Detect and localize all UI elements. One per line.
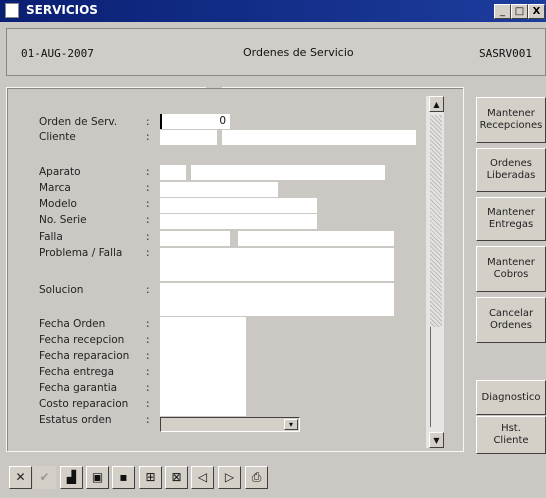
- form-code: SASRV001: [479, 47, 532, 60]
- falla-desc-input[interactable]: [238, 231, 394, 246]
- colon: :: [146, 398, 150, 410]
- colon: :: [146, 214, 150, 226]
- fecha-orden-label: Fecha Orden: [39, 318, 106, 330]
- next-record-icon[interactable]: ▷: [218, 466, 241, 489]
- mantener-entregas-button[interactable]: Mantener Entregas: [476, 197, 546, 241]
- fecha-entrega-label: Fecha entrega: [39, 366, 115, 378]
- exit-icon[interactable]: ▪: [112, 466, 135, 489]
- cliente-code-input[interactable]: [160, 130, 217, 145]
- cliente-label: Cliente: [39, 131, 76, 143]
- fecha-reparacion-label: Fecha reparacion: [39, 350, 130, 362]
- solucion-label: Solucion: [39, 284, 84, 296]
- colon: :: [146, 182, 150, 194]
- colon: :: [146, 382, 150, 394]
- maximize-button[interactable]: □: [511, 4, 528, 19]
- aparato-name-input[interactable]: [191, 165, 385, 180]
- colon: :: [146, 334, 150, 346]
- chevron-down-icon[interactable]: ▾: [284, 419, 298, 430]
- header-panel: 01-AUG-2007 Ordenes de Servicio SASRV001: [6, 28, 546, 76]
- accept-icon[interactable]: ✔: [33, 466, 56, 489]
- diagnostico-button[interactable]: Diagnostico: [476, 380, 546, 415]
- solucion-input[interactable]: [160, 283, 394, 316]
- fechas-input-block[interactable]: [160, 317, 246, 416]
- colon: :: [146, 131, 150, 143]
- minimize-button[interactable]: _: [494, 4, 511, 19]
- close-button[interactable]: X: [528, 4, 545, 19]
- previous-record-icon[interactable]: ◁: [191, 466, 214, 489]
- cliente-name-input[interactable]: [222, 130, 416, 145]
- historial-cliente-button[interactable]: Hst. Cliente: [476, 416, 546, 454]
- title-bar: SERVICIOS _ □ X: [0, 0, 546, 22]
- scroll-track[interactable]: [430, 115, 442, 327]
- colon: :: [146, 198, 150, 210]
- cancelar-ordenes-button[interactable]: Cancelar Ordenes: [476, 297, 546, 343]
- colon: :: [146, 318, 150, 330]
- colon: :: [146, 366, 150, 378]
- fecha-recepcion-label: Fecha recepcion: [39, 334, 125, 346]
- colon: :: [146, 284, 150, 296]
- form-title: Ordenes de Servicio: [243, 46, 354, 59]
- colon: :: [146, 231, 150, 243]
- delete-record-icon[interactable]: ⊠: [165, 466, 188, 489]
- colon: :: [146, 166, 150, 178]
- mantener-cobros-button[interactable]: Mantener Cobros: [476, 246, 546, 292]
- marca-label: Marca: [39, 182, 71, 194]
- estatus-label: Estatus orden: [39, 414, 112, 426]
- app-icon: [5, 3, 19, 18]
- ordenes-liberadas-button[interactable]: Ordenes Liberadas: [476, 148, 546, 192]
- cancel-icon[interactable]: ✕: [9, 466, 32, 489]
- current-date: 01-AUG-2007: [21, 47, 94, 60]
- window-title: SERVICIOS: [26, 3, 98, 17]
- serie-input[interactable]: [160, 214, 317, 229]
- orden-label: Orden de Serv.: [39, 116, 118, 128]
- problema-label: Problema / Falla: [39, 247, 123, 259]
- modelo-label: Modelo: [39, 198, 77, 210]
- costo-label: Costo reparacion: [39, 398, 129, 410]
- mantener-recepciones-button[interactable]: Mantener Recepciones: [476, 97, 546, 143]
- scroll-down-button[interactable]: ▼: [429, 432, 444, 448]
- serie-label: No. Serie: [39, 214, 87, 226]
- orden-value: 0: [219, 115, 226, 127]
- estatus-select[interactable]: ▾: [160, 417, 300, 432]
- falla-code-input[interactable]: [160, 231, 230, 246]
- orden-input[interactable]: 0: [160, 114, 230, 129]
- modelo-input[interactable]: [160, 198, 317, 213]
- falla-label: Falla: [39, 231, 63, 243]
- print-icon[interactable]: ⎙: [245, 466, 268, 489]
- clear-icon[interactable]: ▟: [60, 466, 83, 489]
- problema-input[interactable]: [160, 248, 394, 281]
- colon: :: [146, 414, 150, 426]
- colon: :: [146, 350, 150, 362]
- scroll-thumb[interactable]: [430, 327, 431, 427]
- aparato-label: Aparato: [39, 166, 81, 178]
- save-icon[interactable]: ▣: [86, 466, 109, 489]
- panel-notch: [206, 84, 222, 88]
- scroll-up-button[interactable]: ▲: [429, 96, 444, 112]
- colon: :: [146, 247, 150, 259]
- colon: :: [146, 116, 150, 128]
- fecha-garantia-label: Fecha garantia: [39, 382, 118, 394]
- aparato-code-input[interactable]: [160, 165, 186, 180]
- add-record-icon[interactable]: ⊞: [139, 466, 162, 489]
- marca-input[interactable]: [160, 182, 278, 197]
